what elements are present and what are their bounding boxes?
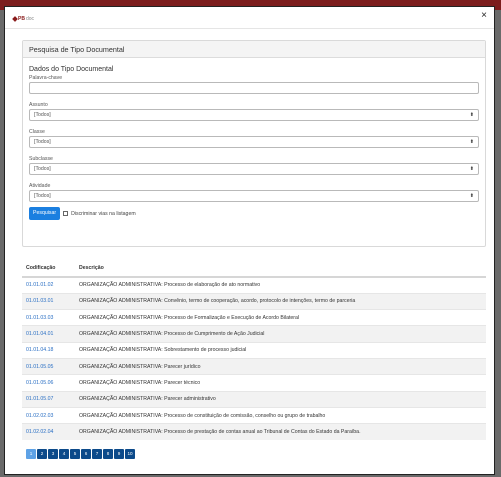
page-link-8[interactable]: 8: [103, 449, 113, 459]
page-link-9[interactable]: 9: [114, 449, 124, 459]
subclasse-value: [Todos]: [34, 166, 51, 172]
row-description: ORGANIZAÇÃO ADMINISTRATIVA: Convênio, te…: [75, 292, 486, 310]
search-card: Pesquisa de Tipo Documental Dados do Tip…: [22, 40, 486, 247]
search-button[interactable]: Pesquisar: [29, 207, 61, 220]
row-code-link[interactable]: 01.01.05.06: [22, 374, 75, 392]
row-code-link[interactable]: 01.01.04.01: [22, 325, 75, 343]
logo-brand: PB: [18, 16, 25, 22]
section-title: Dados do Tipo Documental: [29, 66, 114, 73]
discriminate-checkbox[interactable]: [63, 211, 69, 216]
table-row: 01.01.03.03 ORGANIZAÇÃO ADMINISTRATIVA: P…: [22, 309, 486, 326]
logo-suffix: doc: [25, 16, 35, 22]
column-header-code: Codificação: [22, 260, 75, 278]
row-description: ORGANIZAÇÃO ADMINISTRATIVA: Processo de …: [75, 325, 486, 343]
assunto-value: [Todos]: [34, 112, 51, 118]
page-link-1[interactable]: 1: [26, 449, 36, 459]
row-code-link[interactable]: 01.01.03.03: [22, 309, 75, 326]
classe-value: [Todos]: [34, 139, 51, 145]
subclasse-select[interactable]: [Todos] ⬍: [29, 163, 479, 175]
atividade-select[interactable]: [Todos] ⬍: [29, 190, 479, 202]
row-description: ORGANIZAÇÃO ADMINISTRATIVA: Parecer admi…: [75, 390, 486, 408]
page-link-10[interactable]: 10: [125, 449, 135, 459]
table-row: 01.02.02.04 ORGANIZAÇÃO ADMINISTRATIVA: P…: [22, 423, 486, 440]
table-row: 01.01.05.06 ORGANIZAÇÃO ADMINISTRATIVA: P…: [22, 374, 486, 392]
logo-mark-icon: [12, 16, 18, 22]
page-link-6[interactable]: 6: [81, 449, 91, 459]
page-link-3[interactable]: 3: [48, 449, 58, 459]
chevron-updown-icon: ⬍: [469, 112, 474, 118]
keyword-label: Palavra-chave: [29, 75, 63, 81]
page-link-7[interactable]: 7: [92, 449, 102, 459]
chevron-updown-icon: ⬍: [469, 139, 474, 145]
page-link-4[interactable]: 4: [59, 449, 69, 459]
row-description: ORGANIZAÇÃO ADMINISTRATIVA: Sobrestament…: [75, 341, 486, 359]
modal-header: PB doc ×: [5, 7, 494, 29]
row-description: ORGANIZAÇÃO ADMINISTRATIVA: Processo de …: [75, 276, 486, 294]
search-actions: Pesquisar Discriminar vias na listagem: [29, 207, 479, 220]
close-icon[interactable]: ×: [481, 11, 487, 21]
chevron-updown-icon: ⬍: [469, 193, 474, 199]
table-row: 01.01.05.05 ORGANIZAÇÃO ADMINISTRATIVA: P…: [22, 357, 486, 375]
table-row: 01.01.01.02 ORGANIZAÇÃO ADMINISTRATIVA: P…: [22, 276, 486, 294]
results-table: Codificação Descrição 01.01.01.02 ORGANIZ…: [22, 260, 486, 440]
page-link-2[interactable]: 2: [37, 449, 47, 459]
atividade-label: Atividade: [29, 183, 51, 189]
pbdoc-logo: PB doc: [12, 16, 35, 22]
row-code-link[interactable]: 01.01.01.02: [22, 276, 75, 294]
page-link-5[interactable]: 5: [70, 449, 80, 459]
card-title: Pesquisa de Tipo Documental: [23, 41, 485, 58]
classe-label: Classe: [29, 129, 45, 135]
column-header-description: Descrição: [75, 260, 486, 278]
row-code-link[interactable]: 01.01.04.18: [22, 341, 75, 359]
table-row: 01.01.03.01 ORGANIZAÇÃO ADMINISTRATIVA: C…: [22, 292, 486, 310]
table-row: 01.01.04.01 ORGANIZAÇÃO ADMINISTRATIVA: P…: [22, 325, 486, 343]
assunto-select[interactable]: [Todos] ⬍: [29, 109, 479, 121]
row-description: ORGANIZAÇÃO ADMINISTRATIVA: Processo de …: [75, 406, 486, 424]
row-description: ORGANIZAÇÃO ADMINISTRATIVA: Processo de …: [75, 309, 486, 326]
assunto-label: Assunto: [29, 102, 48, 108]
chevron-updown-icon: ⬍: [469, 166, 474, 172]
table-row: 01.01.05.07 ORGANIZAÇÃO ADMINISTRATIVA: P…: [22, 390, 486, 408]
row-description: ORGANIZAÇÃO ADMINISTRATIVA: Parecer jurí…: [75, 357, 486, 375]
discriminate-label: Discriminar vias na listagem: [71, 210, 136, 217]
classe-select[interactable]: [Todos] ⬍: [29, 136, 479, 148]
row-description: ORGANIZAÇÃO ADMINISTRATIVA: Parecer técn…: [75, 374, 486, 392]
table-header-row: Codificação Descrição: [22, 260, 486, 278]
row-description: ORGANIZAÇÃO ADMINISTRATIVA: Processo de …: [75, 423, 486, 440]
row-code-link[interactable]: 01.02.02.03: [22, 406, 75, 424]
subclasse-label: Subclasse: [29, 156, 53, 162]
row-code-link[interactable]: 01.01.03.01: [22, 292, 75, 310]
row-code-link[interactable]: 01.01.05.05: [22, 357, 75, 375]
pagination: 1 2 3 4 5 6 7 8 9 10: [26, 449, 135, 459]
table-row: 01.02.02.03 ORGANIZAÇÃO ADMINISTRATIVA: P…: [22, 406, 486, 424]
search-form: Dados do Tipo Documental Palavra-chave A…: [23, 58, 485, 220]
search-modal: PB doc × Pesquisa de Tipo Documental Dad…: [4, 6, 495, 475]
table-row: 01.01.04.18 ORGANIZAÇÃO ADMINISTRATIVA: S…: [22, 341, 486, 359]
row-code-link[interactable]: 01.01.05.07: [22, 390, 75, 408]
row-code-link[interactable]: 01.02.02.04: [22, 423, 75, 440]
keyword-input[interactable]: [29, 82, 479, 94]
atividade-value: [Todos]: [34, 193, 51, 199]
